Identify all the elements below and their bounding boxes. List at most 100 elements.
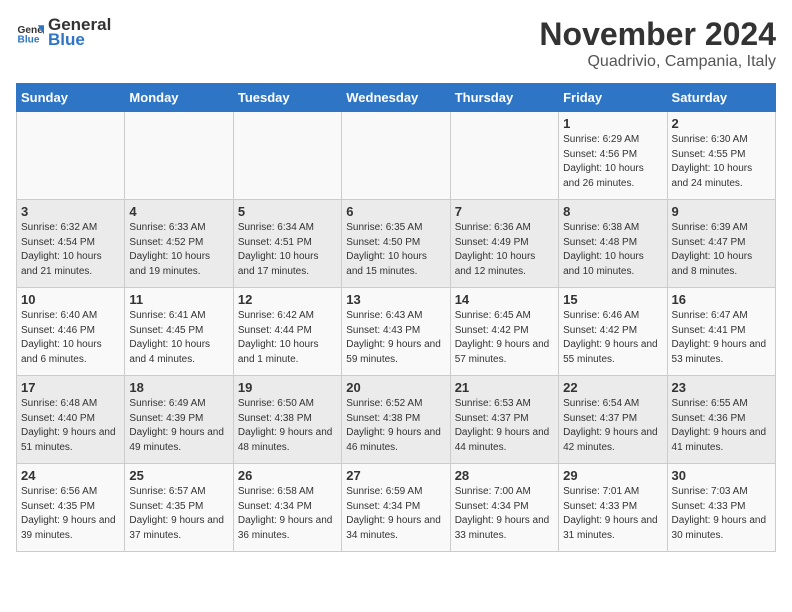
logo-blue-text: Blue (48, 31, 111, 50)
day-number: 21 (455, 380, 554, 395)
day-number: 20 (346, 380, 445, 395)
day-info: Sunrise: 6:41 AM Sunset: 4:45 PM Dayligh… (129, 309, 228, 367)
day-info: Sunrise: 6:45 AM Sunset: 4:42 PM Dayligh… (455, 309, 554, 367)
day-number: 26 (238, 468, 337, 483)
calendar-cell: 7Sunrise: 6:36 AM Sunset: 4:49 PM Daylig… (450, 200, 558, 288)
calendar-cell: 14 Sunrise: 6:45 AM Sunset: 4:42 PM Dayli… (450, 288, 558, 376)
day-number: 5 (238, 204, 337, 219)
calendar-cell: 13 Sunrise: 6:43 AM Sunset: 4:43 PM Dayli… (342, 288, 450, 376)
calendar-cell: 26 Sunrise: 6:58 AM Sunset: 4:34 PM Dayli… (233, 464, 341, 552)
day-number: 8 (563, 204, 662, 219)
weekday-header-sunday: Sunday (17, 84, 125, 112)
day-info: Sunrise: 6:34 AM Sunset: 4:51 PM Dayligh… (238, 221, 337, 279)
day-info: Sunrise: 6:39 AM Sunset: 4:47 PM Dayligh… (672, 221, 771, 279)
day-number: 29 (563, 468, 662, 483)
day-number: 4 (129, 204, 228, 219)
calendar-cell: 27 Sunrise: 6:59 AM Sunset: 4:34 PM Dayli… (342, 464, 450, 552)
weekday-header-monday: Monday (125, 84, 233, 112)
day-number: 11 (129, 292, 228, 307)
day-number: 2 (672, 116, 771, 131)
day-number: 7 (455, 204, 554, 219)
day-info: Sunrise: 6:52 AM Sunset: 4:38 PM Dayligh… (346, 397, 445, 455)
calendar-cell: 16Sunrise: 6:47 AM Sunset: 4:41 PM Dayli… (667, 288, 775, 376)
day-info: Sunrise: 6:53 AM Sunset: 4:37 PM Dayligh… (455, 397, 554, 455)
day-info: Sunrise: 6:54 AM Sunset: 4:37 PM Dayligh… (563, 397, 662, 455)
day-info: Sunrise: 6:58 AM Sunset: 4:34 PM Dayligh… (238, 485, 337, 543)
weekday-header-saturday: Saturday (667, 84, 775, 112)
day-info: Sunrise: 6:29 AM Sunset: 4:56 PM Dayligh… (563, 133, 662, 191)
calendar-cell: 4 Sunrise: 6:33 AM Sunset: 4:52 PM Daylig… (125, 200, 233, 288)
day-number: 10 (21, 292, 120, 307)
calendar-cell: 24 Sunrise: 6:56 AM Sunset: 4:35 PM Dayli… (17, 464, 125, 552)
calendar-cell: 15 Sunrise: 6:46 AM Sunset: 4:42 PM Dayli… (559, 288, 667, 376)
calendar-table: SundayMondayTuesdayWednesdayThursdayFrid… (16, 83, 776, 552)
calendar-cell (125, 112, 233, 200)
calendar-cell: 23 Sunrise: 6:55 AM Sunset: 4:36 PM Dayli… (667, 376, 775, 464)
day-info: Sunrise: 7:00 AM Sunset: 4:34 PM Dayligh… (455, 485, 554, 543)
day-info: Sunrise: 6:35 AM Sunset: 4:50 PM Dayligh… (346, 221, 445, 279)
weekday-header-wednesday: Wednesday (342, 84, 450, 112)
day-number: 6 (346, 204, 445, 219)
day-info: Sunrise: 6:49 AM Sunset: 4:39 PM Dayligh… (129, 397, 228, 455)
weekday-header-friday: Friday (559, 84, 667, 112)
day-info: Sunrise: 6:57 AM Sunset: 4:35 PM Dayligh… (129, 485, 228, 543)
calendar-cell: 17 Sunrise: 6:48 AM Sunset: 4:40 PM Dayli… (17, 376, 125, 464)
weekday-header-thursday: Thursday (450, 84, 558, 112)
calendar-week-row: 1 Sunrise: 6:29 AM Sunset: 4:56 PM Daylig… (17, 112, 776, 200)
calendar-cell: 21 Sunrise: 6:53 AM Sunset: 4:37 PM Dayli… (450, 376, 558, 464)
day-info: Sunrise: 6:46 AM Sunset: 4:42 PM Dayligh… (563, 309, 662, 367)
day-number: 15 (563, 292, 662, 307)
day-info: Sunrise: 6:56 AM Sunset: 4:35 PM Dayligh… (21, 485, 120, 543)
svg-text:Blue: Blue (18, 34, 40, 45)
calendar-cell: 2 Sunrise: 6:30 AM Sunset: 4:55 PM Daylig… (667, 112, 775, 200)
day-number: 23 (672, 380, 771, 395)
calendar-cell: 3Sunrise: 6:32 AM Sunset: 4:54 PM Daylig… (17, 200, 125, 288)
calendar-cell: 20 Sunrise: 6:52 AM Sunset: 4:38 PM Dayli… (342, 376, 450, 464)
weekday-header-row: SundayMondayTuesdayWednesdayThursdayFrid… (17, 84, 776, 112)
day-info: Sunrise: 6:47 AM Sunset: 4:41 PM Dayligh… (672, 309, 771, 367)
day-info: Sunrise: 6:48 AM Sunset: 4:40 PM Dayligh… (21, 397, 120, 455)
day-number: 13 (346, 292, 445, 307)
header: General Blue General Blue November 2024 … (16, 16, 776, 71)
calendar-cell: 25Sunrise: 6:57 AM Sunset: 4:35 PM Dayli… (125, 464, 233, 552)
weekday-header-tuesday: Tuesday (233, 84, 341, 112)
day-number: 24 (21, 468, 120, 483)
day-number: 30 (672, 468, 771, 483)
logo: General Blue General Blue (16, 16, 111, 49)
calendar-cell (233, 112, 341, 200)
day-number: 14 (455, 292, 554, 307)
day-info: Sunrise: 6:40 AM Sunset: 4:46 PM Dayligh… (21, 309, 120, 367)
day-number: 28 (455, 468, 554, 483)
calendar-week-row: 3Sunrise: 6:32 AM Sunset: 4:54 PM Daylig… (17, 200, 776, 288)
calendar-cell: 5 Sunrise: 6:34 AM Sunset: 4:51 PM Daylig… (233, 200, 341, 288)
day-info: Sunrise: 6:32 AM Sunset: 4:54 PM Dayligh… (21, 221, 120, 279)
calendar-cell: 8Sunrise: 6:38 AM Sunset: 4:48 PM Daylig… (559, 200, 667, 288)
day-info: Sunrise: 6:55 AM Sunset: 4:36 PM Dayligh… (672, 397, 771, 455)
day-info: Sunrise: 6:43 AM Sunset: 4:43 PM Dayligh… (346, 309, 445, 367)
day-info: Sunrise: 6:33 AM Sunset: 4:52 PM Dayligh… (129, 221, 228, 279)
calendar-week-row: 24 Sunrise: 6:56 AM Sunset: 4:35 PM Dayli… (17, 464, 776, 552)
calendar-cell: 18 Sunrise: 6:49 AM Sunset: 4:39 PM Dayli… (125, 376, 233, 464)
day-info: Sunrise: 6:42 AM Sunset: 4:44 PM Dayligh… (238, 309, 337, 367)
calendar-cell: 19Sunrise: 6:50 AM Sunset: 4:38 PM Dayli… (233, 376, 341, 464)
day-info: Sunrise: 7:03 AM Sunset: 4:33 PM Dayligh… (672, 485, 771, 543)
calendar-cell: 10 Sunrise: 6:40 AM Sunset: 4:46 PM Dayli… (17, 288, 125, 376)
title-area: November 2024 Quadrivio, Campania, Italy (539, 16, 776, 71)
day-number: 9 (672, 204, 771, 219)
day-info: Sunrise: 6:30 AM Sunset: 4:55 PM Dayligh… (672, 133, 771, 191)
calendar-week-row: 10 Sunrise: 6:40 AM Sunset: 4:46 PM Dayli… (17, 288, 776, 376)
day-number: 1 (563, 116, 662, 131)
calendar-cell: 11 Sunrise: 6:41 AM Sunset: 4:45 PM Dayli… (125, 288, 233, 376)
day-number: 18 (129, 380, 228, 395)
day-number: 17 (21, 380, 120, 395)
day-number: 12 (238, 292, 337, 307)
day-number: 19 (238, 380, 337, 395)
calendar-cell: 28 Sunrise: 7:00 AM Sunset: 4:34 PM Dayli… (450, 464, 558, 552)
calendar-title: November 2024 (539, 16, 776, 53)
day-info: Sunrise: 6:59 AM Sunset: 4:34 PM Dayligh… (346, 485, 445, 543)
calendar-cell: 12 Sunrise: 6:42 AM Sunset: 4:44 PM Dayli… (233, 288, 341, 376)
calendar-cell: 30 Sunrise: 7:03 AM Sunset: 4:33 PM Dayli… (667, 464, 775, 552)
calendar-cell: 6 Sunrise: 6:35 AM Sunset: 4:50 PM Daylig… (342, 200, 450, 288)
calendar-cell: 29Sunrise: 7:01 AM Sunset: 4:33 PM Dayli… (559, 464, 667, 552)
day-number: 27 (346, 468, 445, 483)
